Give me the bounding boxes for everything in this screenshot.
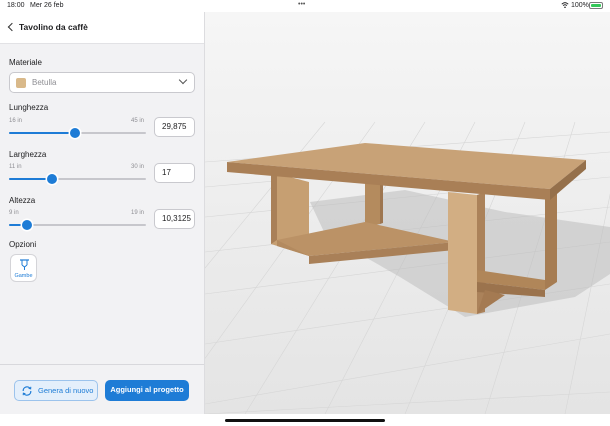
status-date: Mer 26 feb (30, 2, 64, 9)
material-swatch (16, 78, 26, 88)
regenerate-button-label: Genera di nuovo (38, 386, 94, 395)
add-to-project-label: Aggiungi al progetto (110, 385, 184, 394)
width-max-label: 30 in (131, 164, 145, 170)
material-value: Betulla (32, 78, 57, 87)
width-min-label: 11 in (9, 164, 22, 170)
height-label: Altezza (9, 196, 36, 205)
length-label: Lunghezza (9, 103, 49, 112)
material-label: Materiale (9, 58, 42, 67)
panel-header: Tavolino da caffè (0, 12, 204, 44)
battery-icon (589, 2, 603, 9)
length-max-label: 45 in (131, 118, 145, 124)
status-time: 18:00 (7, 2, 25, 9)
regenerate-button[interactable]: Genera di nuovo (14, 380, 98, 401)
multitasking-dots-icon[interactable]: ••• (298, 1, 305, 8)
chevron-down-icon (178, 75, 188, 85)
3d-viewport[interactable] (205, 12, 610, 414)
battery-percent: 100% (571, 2, 589, 9)
height-max-label: 19 in (131, 210, 145, 216)
status-bar: 18:00 Mer 26 feb ••• 100% (0, 0, 610, 12)
add-to-project-button[interactable]: Aggiungi al progetto (105, 380, 189, 401)
option-legs-label: Gambe (14, 273, 33, 279)
coffee-table-3d-model (205, 12, 610, 414)
refresh-icon (22, 386, 32, 396)
length-slider-thumb[interactable] (69, 128, 80, 138)
back-chevron-icon[interactable] (7, 22, 17, 32)
back-right-leg (545, 192, 557, 290)
panel-footer: Genera di nuovo Aggiungi al progetto (0, 364, 204, 414)
configuration-panel: Tavolino da caffè Materiale Betulla Lung… (0, 12, 205, 414)
height-input[interactable]: 10,3125 (154, 209, 195, 229)
panel-title: Tavolino da caffè (19, 22, 88, 32)
length-min-label: 16 in (9, 118, 23, 124)
option-legs-button[interactable]: Gambe (10, 254, 37, 282)
width-slider-thumb[interactable] (47, 174, 58, 184)
width-label: Larghezza (9, 150, 47, 159)
length-slider[interactable] (9, 128, 146, 138)
wifi-icon (561, 2, 569, 9)
length-input[interactable]: 29,875 (154, 117, 195, 137)
height-min-label: 9 in (9, 210, 19, 216)
width-input[interactable]: 17 (154, 163, 195, 183)
left-end-frame-edge (271, 170, 277, 244)
front-right-leg (448, 192, 477, 314)
table-legs-icon (20, 259, 29, 270)
options-label: Opzioni (9, 240, 37, 249)
height-slider-thumb[interactable] (21, 220, 32, 230)
height-slider[interactable] (9, 220, 146, 230)
home-indicator[interactable] (225, 419, 385, 422)
material-select[interactable]: Betulla (9, 72, 195, 93)
width-slider[interactable] (9, 174, 146, 184)
bottom-bar (0, 414, 610, 426)
